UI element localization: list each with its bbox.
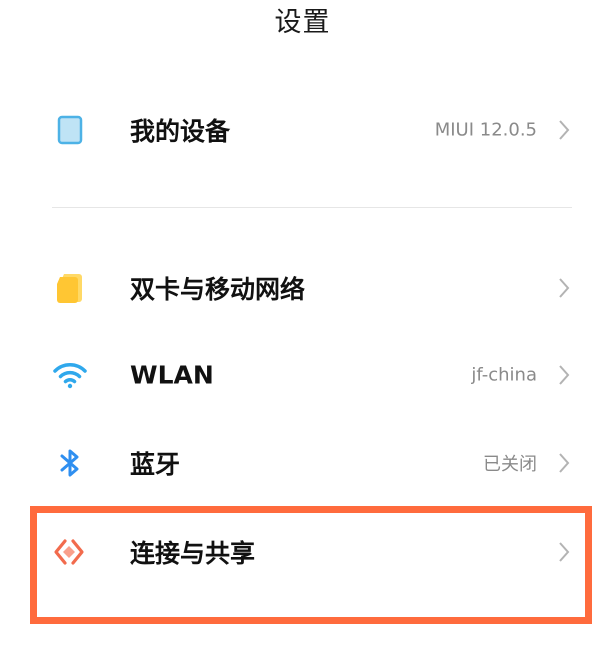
settings-item-label: WLAN [130,360,214,390]
settings-item-label: 连接与共享 [130,539,256,568]
settings-item-label: 我的设备 [130,117,231,146]
settings-item-value: MIUI 12.0.5 [434,119,537,141]
settings-item-my-device[interactable]: 我的设备 MIUI 12.0.5 [0,85,605,175]
settings-item-value: jf-china [471,364,537,386]
connection-sharing-icon [50,532,90,572]
settings-item-connection-sharing[interactable]: 连接与共享 [0,507,605,597]
device-icon [50,110,90,150]
chevron-right-icon [557,540,571,564]
bluetooth-icon [50,443,90,483]
settings-item-bluetooth[interactable]: 蓝牙 已关闭 [0,418,605,508]
settings-item-label: 双卡与移动网络 [130,275,306,304]
section-divider [52,207,572,208]
settings-item-wlan[interactable]: WLAN jf-china [0,330,605,420]
chevron-right-icon [557,363,571,387]
page-title: 设置 [274,7,331,38]
chevron-right-icon [557,118,571,142]
settings-item-sim-network[interactable]: 双卡与移动网络 [0,243,605,333]
chevron-right-icon [557,451,571,475]
wifi-icon [50,355,90,395]
sim-card-icon [50,268,90,308]
settings-item-label: 蓝牙 [130,450,181,479]
settings-item-value: 已关闭 [483,454,537,475]
chevron-right-icon [557,276,571,300]
